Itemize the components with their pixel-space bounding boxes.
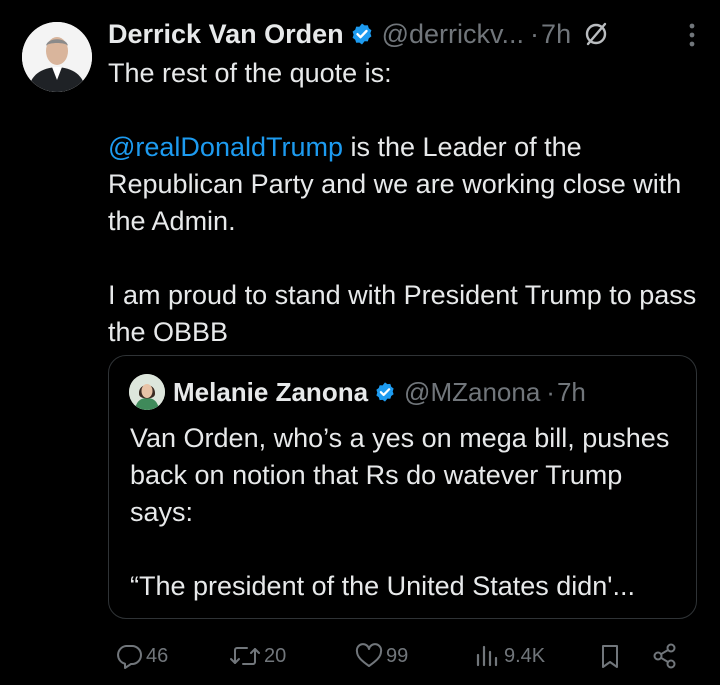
quoted-tweet-text: Van Orden, who’s a yes on mega bill, pus…: [130, 420, 680, 605]
tweet-paragraph: The rest of the quote is:: [108, 58, 392, 88]
author-handle[interactable]: @derrickv...: [382, 19, 524, 50]
verified-badge-icon: [352, 23, 372, 45]
repost-count: 20: [264, 644, 287, 667]
repost-icon: [230, 647, 260, 665]
more-icon[interactable]: [688, 20, 696, 50]
action-bar: 46 20 99 9.4K: [108, 638, 688, 674]
mention-link[interactable]: @realDonaldTrump: [108, 132, 343, 162]
reply-button[interactable]: 46: [114, 638, 168, 674]
views-count: 9.4K: [504, 644, 546, 667]
separator-dot: ·: [530, 18, 540, 49]
quoted-author-name: Melanie Zanona: [173, 376, 369, 407]
repost-button[interactable]: 20: [228, 638, 286, 674]
separator-dot: ·: [546, 376, 555, 407]
reply-count: 46: [146, 644, 169, 667]
quoted-tweet-header: Melanie Zanona @MZanona · 7h: [129, 374, 586, 410]
post-time[interactable]: 7h: [541, 19, 571, 50]
bookmark-icon: [602, 645, 618, 668]
tweet-text: The rest of the quote is: @realDonaldTru…: [108, 55, 698, 351]
tweet-paragraph: @realDonaldTrump is the Leader of the Re…: [108, 129, 698, 240]
quoted-author-avatar: [129, 374, 165, 410]
bookmark-button[interactable]: [595, 638, 625, 674]
no-symbol-icon: [585, 22, 607, 46]
author-avatar[interactable]: [22, 22, 92, 92]
quoted-author-handle: @MZanona: [404, 376, 541, 407]
quoted-post-time: 7h: [556, 376, 586, 407]
tweet-paragraph: I am proud to stand with President Trump…: [108, 280, 697, 347]
quoted-tweet[interactable]: Melanie Zanona @MZanona · 7h Van Orden, …: [108, 355, 697, 619]
like-count: 99: [386, 644, 409, 667]
views-button[interactable]: 9.4K: [472, 638, 545, 674]
heart-icon: [355, 643, 383, 667]
quoted-paragraph: “The president of the United States didn…: [130, 571, 635, 601]
verified-badge-icon: [376, 382, 394, 402]
author-name[interactable]: Derrick Van Orden: [108, 19, 344, 50]
quoted-paragraph: Van Orden, who’s a yes on mega bill, pus…: [130, 423, 670, 527]
like-button[interactable]: 99: [354, 638, 408, 674]
share-icon: [653, 643, 676, 669]
reply-icon: [117, 645, 142, 669]
views-icon: [476, 645, 498, 667]
share-button[interactable]: [650, 638, 680, 674]
tweet[interactable]: Derrick Van Orden @derrickv... · 7h The …: [0, 0, 720, 685]
tweet-header: Derrick Van Orden @derrickv... · 7h: [108, 14, 708, 54]
